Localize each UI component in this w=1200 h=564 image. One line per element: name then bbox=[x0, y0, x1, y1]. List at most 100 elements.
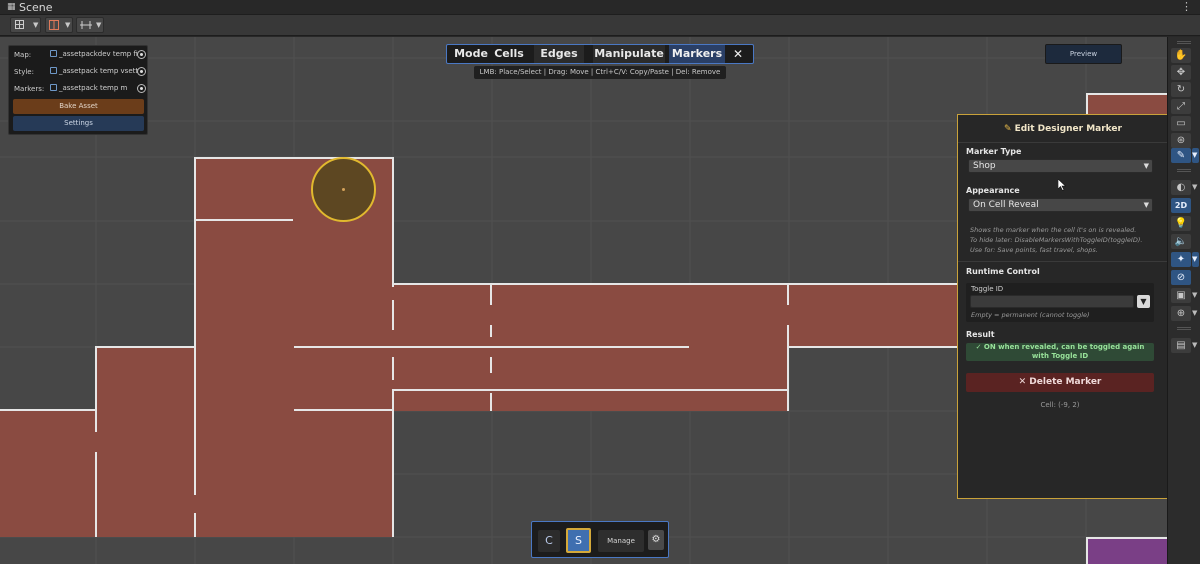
rotate-tool-icon[interactable]: ↻ bbox=[1171, 82, 1191, 97]
s-button[interactable]: S bbox=[566, 528, 591, 553]
visibility-off-icon[interactable]: ⊘ bbox=[1171, 270, 1191, 285]
chevron-down-icon[interactable]: ▼ bbox=[1192, 338, 1199, 353]
map-wall[interactable] bbox=[95, 346, 195, 348]
map-wall[interactable] bbox=[294, 346, 689, 348]
appearance-label: Appearance bbox=[966, 186, 1020, 195]
object-picker-icon[interactable] bbox=[137, 50, 146, 59]
gizmos-icon[interactable]: ⊕ bbox=[1171, 306, 1191, 321]
gear-icon[interactable]: ⚙ bbox=[648, 530, 664, 550]
map-wall[interactable] bbox=[392, 357, 394, 380]
hand-tool-icon[interactable]: ✋ bbox=[1171, 48, 1191, 63]
rect-tool-icon[interactable]: ▭ bbox=[1171, 116, 1191, 131]
lighting-icon[interactable]: 💡 bbox=[1171, 216, 1191, 231]
map-wall[interactable] bbox=[392, 389, 788, 391]
chevron-down-icon[interactable]: ▼ bbox=[1192, 148, 1199, 163]
snap-settings-button[interactable]: ▼ bbox=[76, 17, 104, 33]
brush-tool-icon[interactable]: ✎ bbox=[1171, 148, 1191, 163]
view-options-button[interactable]: ▼ bbox=[10, 17, 41, 33]
map-wall[interactable] bbox=[194, 221, 196, 495]
map-wall[interactable] bbox=[490, 283, 492, 305]
map-wall[interactable] bbox=[194, 513, 196, 537]
scene-tab-title[interactable]: Scene bbox=[19, 1, 53, 14]
map-settings-panel: Map: _assetpackdev temp fi Style: _asset… bbox=[8, 45, 148, 135]
audio-icon[interactable]: 🔈 bbox=[1171, 234, 1191, 249]
drag-handle[interactable] bbox=[1177, 327, 1191, 330]
appearance-dropdown[interactable]: On Cell Reveal ▼ bbox=[968, 198, 1153, 212]
effects-icon[interactable]: ✦ bbox=[1171, 252, 1191, 267]
toggle-id-dropdown-button[interactable]: ▼ bbox=[1137, 295, 1150, 308]
map-wall[interactable] bbox=[1086, 537, 1167, 539]
delete-marker-button[interactable]: ✕ Delete Marker bbox=[966, 373, 1154, 392]
scale-tool-icon[interactable]: ⤢ bbox=[1171, 99, 1191, 114]
map-cell-block[interactable] bbox=[789, 284, 969, 347]
map-wall[interactable] bbox=[392, 157, 394, 287]
kebab-icon[interactable]: ⋮ bbox=[1181, 0, 1192, 13]
map-wall[interactable] bbox=[787, 325, 789, 411]
drag-handle[interactable] bbox=[1177, 41, 1191, 44]
preview-button[interactable]: Preview bbox=[1045, 44, 1122, 64]
shading-mode-icon[interactable]: ◐ bbox=[1171, 180, 1191, 195]
runtime-control-label: Runtime Control bbox=[966, 267, 1040, 276]
map-wall[interactable] bbox=[0, 409, 96, 411]
chevron-down-icon[interactable]: ▼ bbox=[1192, 252, 1199, 267]
map-wall[interactable] bbox=[392, 300, 394, 330]
map-cell-block[interactable] bbox=[96, 347, 195, 537]
drag-handle[interactable] bbox=[1177, 169, 1191, 172]
map-wall[interactable] bbox=[1086, 93, 1167, 95]
chevron-down-icon: ▼ bbox=[1143, 201, 1149, 209]
tab-edges[interactable]: Edges bbox=[534, 45, 584, 63]
overlay-menu-icon[interactable]: ▤ bbox=[1171, 338, 1191, 353]
map-wall[interactable] bbox=[787, 283, 789, 305]
chevron-down-icon[interactable]: ▼ bbox=[1192, 288, 1199, 303]
transform-tool-icon[interactable]: ⊛ bbox=[1171, 133, 1191, 148]
markers-object-value: _assetpack temp m bbox=[59, 84, 128, 92]
map-cell-block[interactable] bbox=[0, 410, 96, 537]
style-object-value: _assetpack temp vsett bbox=[59, 67, 139, 75]
move-tool-icon[interactable]: ✥ bbox=[1171, 65, 1191, 80]
2d-toggle-button[interactable]: 2D bbox=[1171, 198, 1191, 213]
toggle-id-hint: Empty = permanent (cannot toggle) bbox=[971, 311, 1090, 319]
map-wall[interactable] bbox=[392, 389, 394, 537]
map-wall[interactable] bbox=[194, 157, 394, 159]
chevron-down-icon: ▼ bbox=[33, 21, 39, 29]
divider bbox=[958, 142, 1168, 143]
tab-markers[interactable]: Markers bbox=[669, 45, 725, 63]
camera-icon[interactable]: ▣ bbox=[1171, 288, 1191, 303]
object-picker-icon[interactable] bbox=[137, 67, 146, 76]
appearance-value: On Cell Reveal bbox=[973, 200, 1039, 210]
map-wall[interactable] bbox=[1086, 537, 1088, 564]
object-picker-icon[interactable] bbox=[137, 84, 146, 93]
style-field-row: Style: _assetpack temp vsett bbox=[14, 66, 146, 78]
manage-button[interactable]: Manage bbox=[598, 530, 644, 552]
map-wall[interactable] bbox=[789, 346, 969, 348]
tab-cells[interactable]: Cells bbox=[493, 45, 525, 63]
scene-toolbar: ▼ ▼ ▼ bbox=[0, 15, 1200, 36]
chevron-down-icon[interactable]: ▼ bbox=[1192, 306, 1199, 321]
map-wall[interactable] bbox=[294, 409, 393, 411]
map-wall[interactable] bbox=[490, 325, 492, 337]
map-wall[interactable] bbox=[392, 283, 970, 285]
result-box: ✓ ON when revealed, can be toggled again… bbox=[966, 343, 1154, 361]
close-icon[interactable]: ✕ bbox=[727, 45, 749, 63]
map-wall[interactable] bbox=[95, 452, 97, 537]
marker-type-dropdown[interactable]: Shop ▼ bbox=[968, 159, 1153, 173]
cell-size-bar: C S Manage ⚙ bbox=[531, 521, 669, 558]
chevron-down-icon[interactable]: ▼ bbox=[1192, 180, 1199, 195]
map-wall[interactable] bbox=[490, 357, 492, 373]
markers-object-field[interactable]: _assetpack temp m bbox=[50, 84, 142, 95]
c-button[interactable]: C bbox=[538, 530, 560, 552]
tab-manipulate[interactable]: Manipulate bbox=[593, 45, 665, 63]
map-wall[interactable] bbox=[194, 219, 293, 221]
designer-marker-shop[interactable] bbox=[311, 157, 376, 222]
result-line: ✓ ON when revealed, can be toggled again bbox=[975, 343, 1145, 351]
toggle-id-input[interactable] bbox=[970, 295, 1134, 308]
bake-asset-button[interactable]: Bake Asset bbox=[13, 99, 144, 114]
marker-center-dot bbox=[342, 188, 345, 191]
map-wall[interactable] bbox=[95, 346, 97, 432]
map-object-field[interactable]: _assetpackdev temp fi bbox=[50, 50, 142, 61]
style-object-field[interactable]: _assetpack temp vsett bbox=[50, 67, 142, 78]
settings-button[interactable]: Settings bbox=[13, 116, 144, 131]
map-cell-block-purple[interactable] bbox=[1086, 537, 1167, 564]
gizmo-grid-button[interactable]: ▼ bbox=[45, 17, 73, 33]
map-wall[interactable] bbox=[490, 393, 492, 411]
